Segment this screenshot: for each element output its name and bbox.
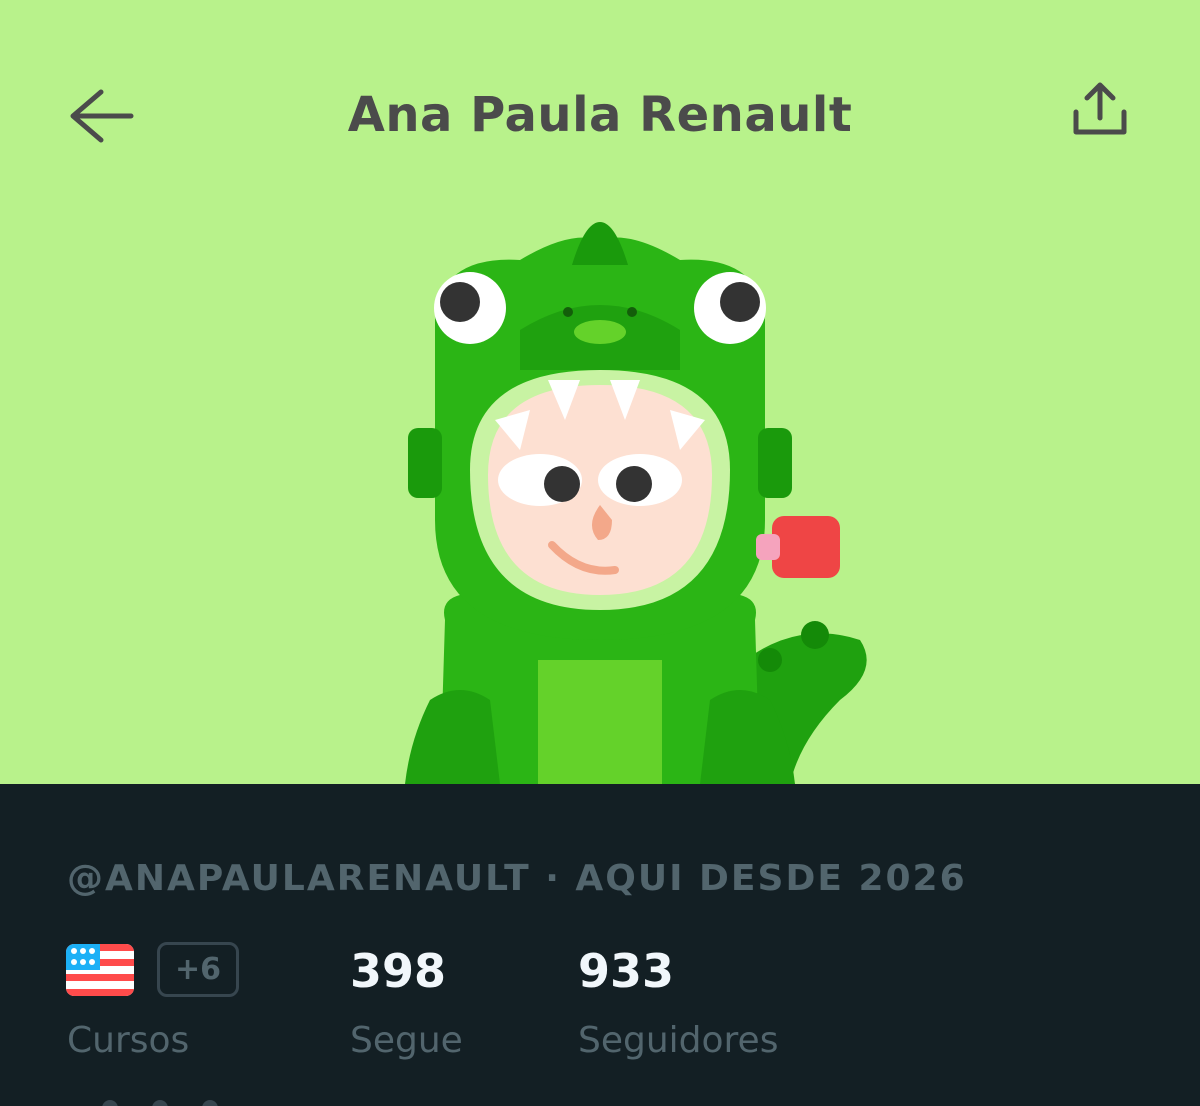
partial-row-dots [102, 1100, 218, 1106]
share-upload-icon [1073, 82, 1127, 135]
avatar [405, 222, 867, 784]
followers-label[interactable]: Seguidores [578, 1018, 778, 1064]
followers-count[interactable]: 933 [578, 942, 674, 1000]
following-count[interactable]: 398 [350, 942, 446, 1000]
more-courses-badge[interactable]: +6 [157, 942, 239, 997]
share-button[interactable] [1062, 72, 1138, 148]
username-and-join-date: @ANAPAULARENAULT · AQUI DESDE 2026 [67, 858, 967, 899]
profile-header-hero: Ana Paula Renault [0, 0, 1200, 784]
back-button[interactable] [60, 80, 140, 152]
page-title: Ana Paula Renault [347, 87, 853, 143]
profile-screen: Ana Paula Renault @ANAPAULARENAULT · AQU… [0, 0, 1200, 1106]
following-label[interactable]: Segue [350, 1018, 463, 1064]
us-flag-icon[interactable] [66, 944, 134, 996]
courses-label: Cursos [67, 1020, 190, 1061]
arrow-left-icon [70, 89, 134, 143]
